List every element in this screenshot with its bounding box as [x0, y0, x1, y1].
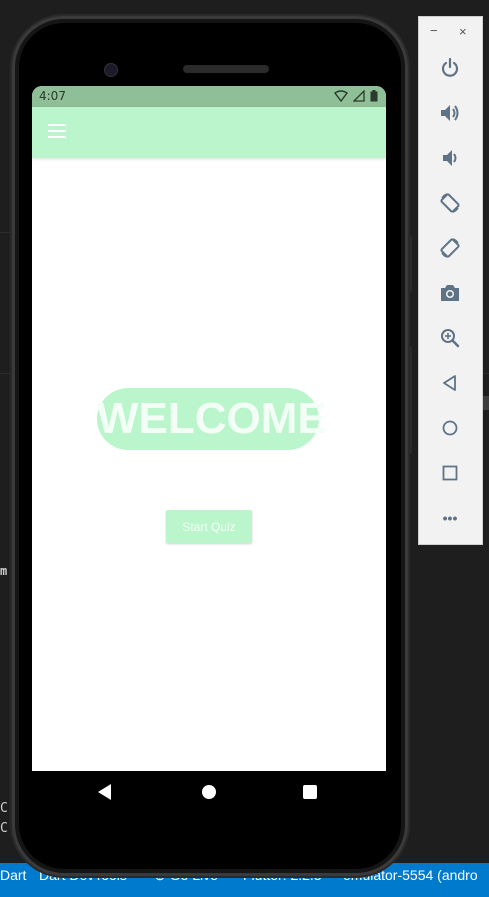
rotate-left-icon[interactable]	[439, 192, 461, 214]
status-dart[interactable]: Dart	[0, 867, 26, 883]
hamburger-menu-icon[interactable]	[48, 124, 66, 138]
front-camera	[104, 63, 118, 77]
nav-back-icon[interactable]	[98, 784, 111, 800]
minimize-button[interactable]: −	[430, 23, 438, 38]
welcome-title: WELCOME	[97, 388, 327, 450]
power-icon[interactable]	[439, 57, 461, 79]
home-icon[interactable]	[439, 417, 461, 439]
app-bar	[32, 107, 386, 158]
ide-divider	[0, 373, 12, 374]
back-icon[interactable]	[439, 372, 461, 394]
more-icon[interactable]: •••	[439, 507, 461, 529]
rotate-right-icon[interactable]	[439, 237, 461, 259]
ide-divider	[483, 373, 489, 374]
overview-icon[interactable]	[439, 462, 461, 484]
emulator-toolbar: − × •••	[418, 16, 483, 545]
camera-icon[interactable]	[439, 282, 461, 304]
power-side-button	[408, 346, 412, 454]
signal-icon	[352, 88, 365, 102]
ide-divider	[483, 396, 489, 410]
android-status-bar: 4:07	[32, 86, 386, 107]
panel-window-controls: − ×	[419, 23, 482, 41]
status-time: 4:07	[39, 89, 66, 103]
close-button[interactable]: ×	[459, 24, 467, 39]
status-icons	[334, 88, 378, 102]
ide-text: C	[0, 801, 8, 816]
android-nav-bar	[32, 771, 386, 815]
volume-down-icon[interactable]	[439, 147, 461, 169]
nav-recents-icon[interactable]	[303, 785, 317, 799]
nav-home-icon[interactable]	[202, 785, 216, 799]
wifi-icon	[334, 89, 349, 102]
ide-text: m	[0, 564, 8, 578]
volume-up-icon[interactable]	[439, 102, 461, 124]
phone-screen: 4:07 WELCOME Start Quiz	[32, 86, 386, 771]
earpiece-speaker	[183, 65, 269, 73]
battery-icon	[370, 89, 378, 101]
ide-divider	[0, 232, 12, 233]
start-quiz-button[interactable]: Start Quiz	[166, 510, 252, 543]
zoom-icon[interactable]	[439, 327, 461, 349]
more-label: •••	[442, 510, 458, 526]
ide-text: C	[0, 821, 8, 836]
volume-side-button	[408, 236, 412, 292]
